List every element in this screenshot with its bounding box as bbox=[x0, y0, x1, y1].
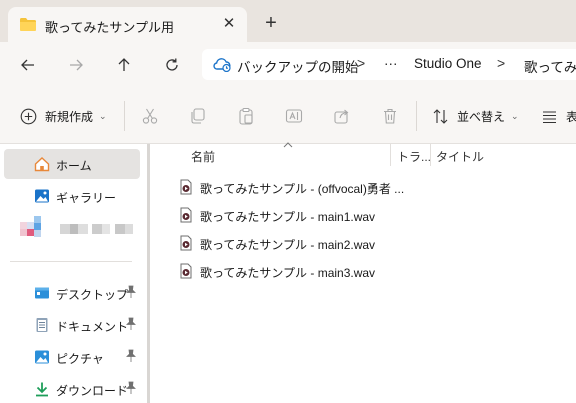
sidebar-item-label: ピクチャ bbox=[56, 352, 104, 366]
address-bar[interactable]: バックアップの開始 > ··· Studio One > 歌ってみた bbox=[202, 49, 576, 80]
rename-button[interactable] bbox=[284, 106, 304, 126]
file-row[interactable]: 歌ってみたサンプル - main2.wav bbox=[180, 230, 560, 256]
pin-icon[interactable] bbox=[125, 317, 137, 331]
breadcrumb-chevron-icon[interactable]: > bbox=[497, 55, 505, 71]
back-button[interactable] bbox=[16, 53, 40, 77]
audio-file-icon bbox=[180, 235, 192, 251]
file-row[interactable]: 歌ってみたサンプル - main1.wav bbox=[180, 202, 560, 228]
sidebar-item-home[interactable]: ホーム bbox=[4, 149, 140, 179]
copy-button[interactable] bbox=[188, 106, 208, 126]
document-icon bbox=[36, 318, 48, 332]
column-divider[interactable] bbox=[430, 144, 431, 166]
breadcrumb-overflow[interactable]: ··· bbox=[384, 56, 398, 71]
desktop-icon bbox=[35, 287, 49, 299]
rename-icon bbox=[285, 109, 303, 123]
sidebar-item-label: ダウンロード bbox=[56, 384, 129, 398]
file-row[interactable]: 歌ってみたサンプル - main3.wav bbox=[180, 258, 560, 284]
sidebar-divider bbox=[10, 261, 132, 262]
sidebar-item-label: デスクトップ bbox=[56, 288, 129, 302]
view-list-icon bbox=[543, 110, 556, 123]
sidebar-item-gallery[interactable]: ギャラリー bbox=[4, 181, 140, 211]
home-icon bbox=[34, 157, 50, 172]
file-name: 歌ってみたサンプル - main1.wav bbox=[200, 210, 376, 224]
command-bar: 新規作成 ⌄ 並べ替え ⌄ 表 bbox=[0, 87, 576, 144]
scissors-icon bbox=[142, 108, 158, 124]
file-list: 名前 トラ... タイトル 歌ってみたサンプル - (offvocal)勇者 .… bbox=[150, 142, 576, 403]
sidebar-item-desktop[interactable]: デスクトップ bbox=[4, 278, 140, 308]
copy-icon bbox=[191, 108, 205, 124]
chevron-down-icon: ⌄ bbox=[99, 110, 107, 121]
column-divider[interactable] bbox=[390, 144, 391, 166]
audio-file-icon bbox=[180, 207, 192, 223]
up-button[interactable] bbox=[112, 53, 136, 77]
account-blurred-icon[interactable] bbox=[20, 216, 135, 244]
chevron-down-icon: ⌄ bbox=[511, 110, 519, 121]
sidebar-item-label: ホーム bbox=[56, 159, 92, 173]
pin-icon[interactable] bbox=[125, 349, 137, 363]
breadcrumb-backup[interactable]: バックアップの開始 bbox=[237, 56, 359, 76]
navigation-pane: ホーム ギャラリー デスクトップ ドキュメント ピクチャ ダウンロード bbox=[0, 144, 150, 403]
view-button-label: 表 bbox=[566, 109, 576, 124]
sort-button[interactable]: 並べ替え ⌄ bbox=[432, 106, 519, 126]
sidebar-item-downloads[interactable]: ダウンロード bbox=[4, 374, 140, 403]
file-row[interactable]: 歌ってみたサンプル - (offvocal)勇者 ... bbox=[180, 174, 560, 200]
sidebar-item-label: ギャラリー bbox=[56, 191, 117, 205]
cut-button[interactable] bbox=[140, 106, 160, 126]
column-header-track[interactable]: トラ... bbox=[397, 148, 431, 165]
sort-button-label: 並べ替え bbox=[457, 109, 506, 124]
cloud-backup-icon bbox=[213, 58, 231, 72]
view-button[interactable]: 表 bbox=[541, 106, 576, 126]
sort-icon bbox=[433, 108, 448, 124]
share-button[interactable] bbox=[332, 106, 352, 126]
toolbar-divider bbox=[416, 101, 417, 131]
pin-icon[interactable] bbox=[125, 381, 137, 395]
new-button-label: 新規作成 bbox=[45, 109, 94, 124]
sidebar-item-pictures[interactable]: ピクチャ bbox=[4, 342, 140, 372]
breadcrumb-current-folder[interactable]: 歌ってみた bbox=[524, 56, 576, 76]
arrow-right-icon bbox=[70, 59, 83, 71]
sort-ascending-icon bbox=[283, 142, 293, 148]
tab-active[interactable]: 歌ってみたサンプル用 ✕ bbox=[8, 7, 247, 42]
new-button[interactable]: 新規作成 ⌄ bbox=[20, 106, 107, 126]
sidebar-item-documents[interactable]: ドキュメント bbox=[4, 310, 140, 340]
download-icon bbox=[36, 382, 48, 397]
new-tab-button[interactable]: + bbox=[261, 13, 281, 33]
pin-icon[interactable] bbox=[125, 285, 137, 299]
tab-title: 歌ってみたサンプル用 bbox=[45, 20, 174, 35]
pictures-icon bbox=[35, 350, 49, 364]
audio-file-icon bbox=[180, 179, 192, 195]
paste-button[interactable] bbox=[236, 106, 256, 126]
audio-file-icon bbox=[180, 263, 192, 279]
file-name: 歌ってみたサンプル - main2.wav bbox=[200, 238, 376, 252]
sidebar-item-label: ドキュメント bbox=[56, 320, 129, 334]
clipboard-icon bbox=[239, 107, 253, 125]
file-name: 歌ってみたサンプル - (offvocal)勇者 ... bbox=[200, 182, 405, 196]
breadcrumb-studio-one[interactable]: Studio One bbox=[414, 56, 482, 71]
forward-button[interactable] bbox=[64, 53, 88, 77]
arrow-left-icon bbox=[21, 59, 34, 71]
column-header-title[interactable]: タイトル bbox=[436, 148, 484, 165]
toolbar-divider bbox=[124, 101, 125, 131]
breadcrumb-chevron-icon[interactable]: > bbox=[357, 55, 365, 71]
arrow-up-icon bbox=[118, 58, 130, 71]
navigation-bar: バックアップの開始 > ··· Studio One > 歌ってみた bbox=[0, 42, 576, 87]
folder-icon bbox=[20, 18, 36, 31]
close-tab-button[interactable]: ✕ bbox=[220, 15, 238, 33]
gallery-icon bbox=[35, 189, 49, 203]
refresh-icon bbox=[166, 58, 178, 71]
column-header-name[interactable]: 名前 bbox=[191, 148, 215, 165]
trash-icon bbox=[384, 108, 396, 124]
tab-strip: 歌ってみたサンプル用 ✕ + bbox=[0, 0, 576, 42]
delete-button[interactable] bbox=[380, 106, 400, 126]
file-name: 歌ってみたサンプル - main3.wav bbox=[200, 266, 376, 280]
share-icon bbox=[334, 109, 349, 124]
refresh-button[interactable] bbox=[160, 53, 184, 77]
plus-circle-icon bbox=[20, 108, 37, 124]
